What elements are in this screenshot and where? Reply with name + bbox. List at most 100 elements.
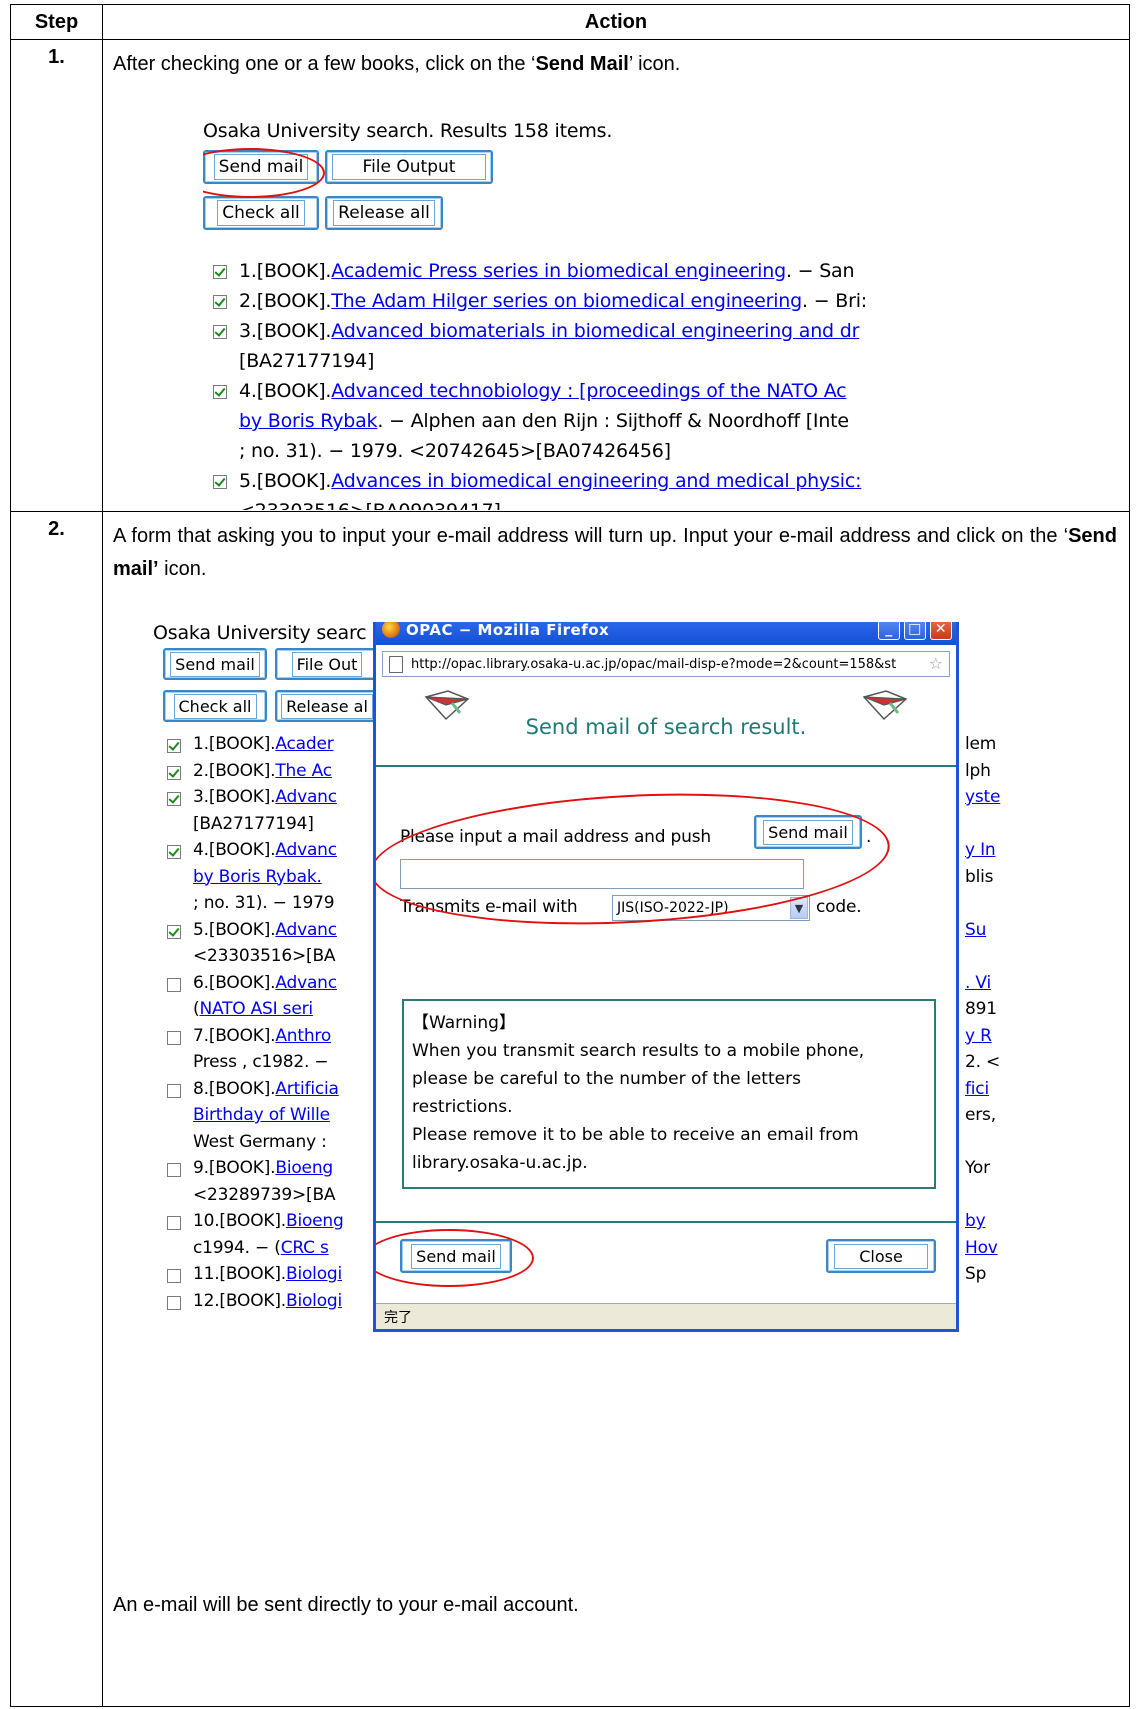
item-title-link[interactable]: Advanced biomaterials in biomedical engi… xyxy=(331,320,859,342)
close-window-icon[interactable]: ✕ xyxy=(930,622,952,640)
prompt-send-mail-label: Send mail xyxy=(763,819,853,845)
list-item: <23303516>[BA09039417] xyxy=(239,500,501,510)
bg-item-link[interactable]: The Ac xyxy=(275,761,332,781)
item-rest: . − San xyxy=(785,260,855,282)
maximize-icon[interactable]: □ xyxy=(904,622,926,640)
prompt-send-mail-button[interactable]: Send mail xyxy=(754,815,862,849)
result-checkbox[interactable] xyxy=(213,385,227,399)
encoding-select[interactable]: JIS(ISO-2022-JP) ▼ xyxy=(612,895,810,921)
send-mail-button[interactable]: Send mail xyxy=(203,150,319,184)
bg-result-checkbox[interactable] xyxy=(167,1030,181,1045)
bg-item-text: 1.[BOOK]. xyxy=(193,734,276,754)
address-url: http://opac.library.osaka-u.ac.jp/opac/m… xyxy=(411,656,897,672)
item-title-link[interactable]: Advanced technobiology : [proceedings of… xyxy=(331,380,846,402)
popup-window-title: OPAC − Mozilla Firefox xyxy=(406,622,610,639)
item-title-link[interactable]: by Boris Rybak xyxy=(239,410,378,432)
bg-list-item: 4.[BOOK].Advanc xyxy=(193,840,337,860)
header-step: Step xyxy=(10,4,103,40)
email-input[interactable] xyxy=(400,859,804,889)
bg-result-checkbox[interactable] xyxy=(167,792,181,806)
transmit-label: Transmits e-mail with xyxy=(400,897,578,917)
bg-item-overflow: fici xyxy=(965,1078,989,1099)
result-checkbox[interactable] xyxy=(213,475,227,489)
bg-item-link[interactable]: NATO ASI seri xyxy=(199,999,313,1019)
bg-item-overflow: y R xyxy=(965,1025,992,1046)
results-summary: Osaka University search. Results 158 ite… xyxy=(203,120,612,142)
instruction-table: Step Action 1. After checking one or a f… xyxy=(10,4,1130,1707)
bg-list-item: Press , c1982. − xyxy=(193,1052,329,1072)
encoding-selected-value: JIS(ISO-2022-JP) xyxy=(617,900,729,916)
bg-item-overflow: lem xyxy=(965,734,997,754)
bg-result-checkbox[interactable] xyxy=(167,1163,181,1177)
bg-item-text: <23303516>[BA xyxy=(193,946,336,966)
bg-result-checkbox[interactable] xyxy=(167,1083,181,1098)
bg-item-link[interactable]: Artificia xyxy=(275,1079,339,1099)
bg-result-checkbox[interactable] xyxy=(167,924,181,939)
bg-file-output-button[interactable]: File Out xyxy=(275,648,379,680)
bg-item-link[interactable]: Advanc xyxy=(275,787,337,807)
step1-screenshot: Osaka University search. Results 158 ite… xyxy=(203,120,1003,510)
bg-item-text: 3.[BOOK]. xyxy=(193,787,276,807)
bg-item-text: 6.[BOOK]. xyxy=(193,972,276,993)
bg-item-text: 7.[BOOK]. xyxy=(193,1025,276,1046)
item-title-link[interactable]: Advances in biomedical engineering and m… xyxy=(331,470,861,492)
bg-list-item: <23303516>[BA xyxy=(193,946,336,966)
step1-instruction-text: After checking one or a few books, click… xyxy=(113,53,536,75)
item-title-link[interactable]: Academic Press series in biomedical engi… xyxy=(331,260,786,282)
bg-item-link[interactable]: Bioeng xyxy=(275,1158,333,1178)
bg-check-all-button[interactable]: Check all xyxy=(163,690,267,722)
bg-result-checkbox[interactable] xyxy=(167,739,181,753)
bg-item-link[interactable]: Advanc xyxy=(275,840,337,860)
bg-list-item: West Germany : xyxy=(193,1132,327,1152)
warning-title: 【Warning】 xyxy=(412,1013,516,1033)
warning-text: When you transmit search results to a mo… xyxy=(412,1037,924,1177)
bg-item-overflow: ers, xyxy=(965,1105,996,1125)
release-all-label: Release all xyxy=(333,200,435,226)
popup-close-label: Close xyxy=(834,1243,928,1269)
bg-item-text: Press , c1982. − xyxy=(193,1052,329,1072)
popup-close-button[interactable]: Close xyxy=(826,1239,936,1273)
item-prefix: 5.[BOOK]. xyxy=(239,470,332,492)
bg-result-checkbox[interactable] xyxy=(167,1269,181,1283)
bg-result-checkbox[interactable] xyxy=(167,1295,181,1310)
minimize-icon[interactable]: _ xyxy=(878,622,900,640)
list-item: by Boris Rybak. − Alphen aan den Rijn : … xyxy=(239,410,849,432)
step-number-2: 2. xyxy=(10,511,103,1707)
item-title-link[interactable]: The Adam Hilger series on biomedical eng… xyxy=(331,290,802,312)
mail-prompt-text: Please input a mail address and push xyxy=(400,827,711,847)
result-checkbox[interactable] xyxy=(213,265,227,279)
address-bar[interactable]: http://opac.library.osaka-u.ac.jp/opac/m… xyxy=(382,651,950,677)
bg-item-link[interactable]: Advanc xyxy=(275,973,337,993)
bg-item-link[interactable]: Anthro xyxy=(275,1026,331,1046)
bg-item-link[interactable]: Biologi xyxy=(286,1264,342,1284)
bg-item-link[interactable]: Birthday of Wille xyxy=(193,1105,330,1125)
bg-send-mail-button[interactable]: Send mail xyxy=(163,648,267,680)
result-checkbox[interactable] xyxy=(213,295,227,309)
mail-prompt: Please input a mail address and push xyxy=(400,827,711,847)
file-output-button[interactable]: File Output xyxy=(325,150,493,184)
bg-item-link[interactable]: Advanc xyxy=(275,920,337,940)
bg-result-checkbox[interactable] xyxy=(167,977,181,992)
step1-instruction-bold: Send Mail xyxy=(535,53,629,75)
result-checkbox[interactable] xyxy=(213,325,227,339)
bg-file-output-label: File Out xyxy=(291,651,363,677)
bg-item-link[interactable]: Biologi xyxy=(286,1291,342,1311)
bg-item-link[interactable]: by Boris Rybak. xyxy=(193,867,322,887)
popup-send-mail-button[interactable]: Send mail xyxy=(400,1239,512,1273)
bookmark-star-icon[interactable]: ☆ xyxy=(929,654,943,673)
bg-item-link[interactable]: CRC s xyxy=(281,1238,329,1258)
item-prefix: <23303516>[BA09039417] xyxy=(239,500,501,510)
bg-result-checkbox[interactable] xyxy=(167,1216,181,1230)
bg-item-link[interactable]: Acader xyxy=(275,734,333,754)
bg-result-checkbox[interactable] xyxy=(167,765,181,780)
results-count: 158 xyxy=(512,120,549,142)
bg-item-link[interactable]: Bioeng xyxy=(286,1211,344,1231)
step2-instruction: A form that asking you to input your e-m… xyxy=(113,520,1117,586)
file-output-label: File Output xyxy=(331,154,487,180)
bg-result-checkbox[interactable] xyxy=(167,845,181,859)
bg-release-all-button[interactable]: Release al xyxy=(275,690,379,722)
bg-item-overflow: Su xyxy=(965,919,987,940)
check-all-button[interactable]: Check all xyxy=(203,196,319,230)
release-all-button[interactable]: Release all xyxy=(325,196,443,230)
footer-note: An e-mail will be sent directly to your … xyxy=(113,1594,579,1616)
